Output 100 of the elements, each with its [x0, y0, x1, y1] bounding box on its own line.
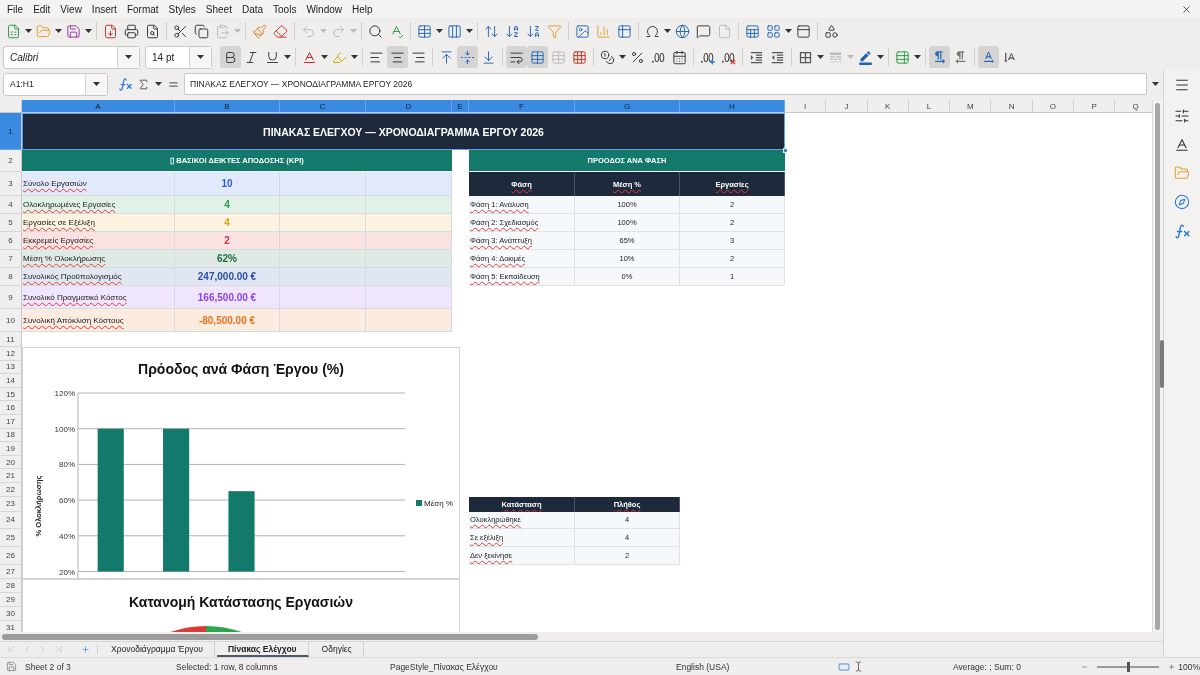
- column-header[interactable]: J: [826, 100, 868, 113]
- row-header[interactable]: 10: [0, 309, 22, 332]
- caret-down-icon[interactable]: [85, 29, 92, 33]
- caret-down-icon[interactable]: [914, 55, 921, 59]
- function-icon[interactable]: [1173, 223, 1191, 240]
- caret-down-icon[interactable]: [619, 55, 626, 59]
- menu-item[interactable]: Help: [347, 3, 378, 15]
- save-icon[interactable]: [66, 23, 81, 39]
- column-header[interactable]: F: [469, 100, 575, 113]
- font-color-icon[interactable]: [302, 49, 317, 65]
- caret-down-icon[interactable]: [321, 55, 328, 59]
- scrollbar-thumb[interactable]: [2, 633, 538, 640]
- column-header[interactable]: M: [950, 100, 992, 113]
- horizontal-text-button[interactable]: [978, 46, 999, 68]
- align-middle-button[interactable]: [457, 46, 478, 68]
- menu-item[interactable]: Format: [121, 3, 164, 15]
- menu-item[interactable]: Edit: [28, 3, 56, 15]
- borders-icon[interactable]: [798, 49, 813, 65]
- scrollbar-thumb[interactable]: [1155, 103, 1160, 630]
- caret-down-icon[interactable]: [817, 55, 824, 59]
- column-header[interactable]: K: [867, 100, 909, 113]
- printer-icon[interactable]: [124, 23, 139, 39]
- image-icon[interactable]: [575, 23, 590, 39]
- wrap-text-button[interactable]: [506, 46, 527, 68]
- table-columns-icon[interactable]: [447, 23, 462, 39]
- column-header[interactable]: H: [680, 100, 785, 113]
- caret-down-icon[interactable]: [93, 82, 100, 86]
- compass-icon[interactable]: [1174, 194, 1190, 210]
- row-header[interactable]: 4: [0, 196, 22, 214]
- column-header[interactable]: C: [280, 100, 366, 113]
- column-header[interactable]: N: [991, 100, 1033, 113]
- caret-down-icon[interactable]: [466, 29, 473, 33]
- font-name-field[interactable]: Calibri: [3, 45, 140, 69]
- caret-down-icon[interactable]: [25, 29, 32, 33]
- unmerge-icon[interactable]: [572, 49, 587, 65]
- column-header[interactable]: I: [785, 100, 827, 113]
- row-header[interactable]: 9: [0, 286, 22, 309]
- function-icon[interactable]: [118, 76, 133, 92]
- menu-item[interactable]: Styles: [163, 3, 201, 15]
- caret-down-icon[interactable]: [125, 55, 132, 59]
- row-header[interactable]: 21: [0, 469, 22, 483]
- left-to-right-button[interactable]: [929, 46, 950, 68]
- column-header[interactable]: B: [175, 100, 280, 113]
- shapes-icon[interactable]: [824, 23, 839, 39]
- sort-descending-icon[interactable]: [526, 23, 541, 39]
- row-header[interactable]: 3: [0, 172, 22, 196]
- calendar-icon[interactable]: [672, 49, 687, 65]
- globe-icon[interactable]: [675, 23, 690, 39]
- print-area-icon[interactable]: [745, 23, 760, 39]
- caret-down-icon[interactable]: [197, 55, 204, 59]
- search-icon[interactable]: [368, 23, 383, 39]
- selection-handle[interactable]: [783, 148, 788, 153]
- row-header[interactable]: 14: [0, 374, 22, 388]
- print-preview-icon[interactable]: [145, 23, 160, 39]
- pivot-table-icon[interactable]: [617, 23, 632, 39]
- name-box[interactable]: A1:H1: [3, 72, 108, 96]
- paintbrush-icon[interactable]: [252, 23, 267, 39]
- menu-item[interactable]: Window: [301, 3, 347, 15]
- text-cursor-icon[interactable]: [853, 661, 864, 672]
- row-header[interactable]: 6: [0, 232, 22, 250]
- column-header[interactable]: G: [575, 100, 680, 113]
- column-header[interactable]: E: [452, 100, 469, 113]
- caret-down-icon[interactable]: [351, 55, 358, 59]
- file-export-icon[interactable]: [103, 23, 118, 39]
- comment-icon[interactable]: [696, 23, 711, 39]
- menu-item[interactable]: File: [2, 3, 29, 15]
- spellcheck-icon[interactable]: [389, 23, 404, 39]
- menu-icon[interactable]: [1174, 77, 1190, 93]
- indent-decrease-icon[interactable]: [770, 49, 785, 65]
- menu-item[interactable]: Insert: [86, 3, 122, 15]
- column-header[interactable]: D: [366, 100, 452, 113]
- cut-icon[interactable]: [173, 23, 188, 39]
- column-header[interactable]: P: [1074, 100, 1116, 113]
- caret-down-icon[interactable]: [785, 29, 792, 33]
- sidebar-grip[interactable]: [1160, 340, 1164, 388]
- sigma-icon[interactable]: [137, 77, 150, 91]
- sort-ascending-icon[interactable]: [505, 23, 520, 39]
- plus-icon[interactable]: [1168, 661, 1176, 672]
- caret-down-icon[interactable]: [284, 55, 291, 59]
- formula-input[interactable]: ΠΙΝΑΚΑΣ ΕΛΕΓΧΟΥ — ΧΡΟΝΟΔΙΑΓΡΑΜΜΑ ΕΡΓΟΥ 2026: [184, 73, 1147, 95]
- caret-down-icon[interactable]: [55, 29, 62, 33]
- split-window-icon[interactable]: [796, 23, 811, 39]
- column-header[interactable]: Q: [1115, 100, 1152, 113]
- menu-item[interactable]: Sheet: [200, 3, 237, 15]
- menu-item[interactable]: View: [55, 3, 87, 15]
- row-header[interactable]: 2: [0, 150, 22, 172]
- caret-down-icon[interactable]: [664, 29, 671, 33]
- row-header[interactable]: 5: [0, 214, 22, 232]
- merge-center-button[interactable]: [527, 46, 548, 68]
- column-header[interactable]: O: [1032, 100, 1075, 113]
- sort-icon[interactable]: [484, 23, 499, 39]
- omega-icon[interactable]: [645, 23, 660, 39]
- menu-item[interactable]: Tools: [268, 3, 302, 15]
- row-header[interactable]: 19: [0, 442, 22, 456]
- column-header[interactable]: A: [22, 100, 175, 113]
- indent-increase-icon[interactable]: [749, 49, 764, 65]
- menu-item[interactable]: Data: [236, 3, 269, 15]
- table-rows-icon[interactable]: [417, 23, 432, 39]
- save-icon[interactable]: [6, 661, 17, 672]
- bold-button[interactable]: [220, 46, 241, 68]
